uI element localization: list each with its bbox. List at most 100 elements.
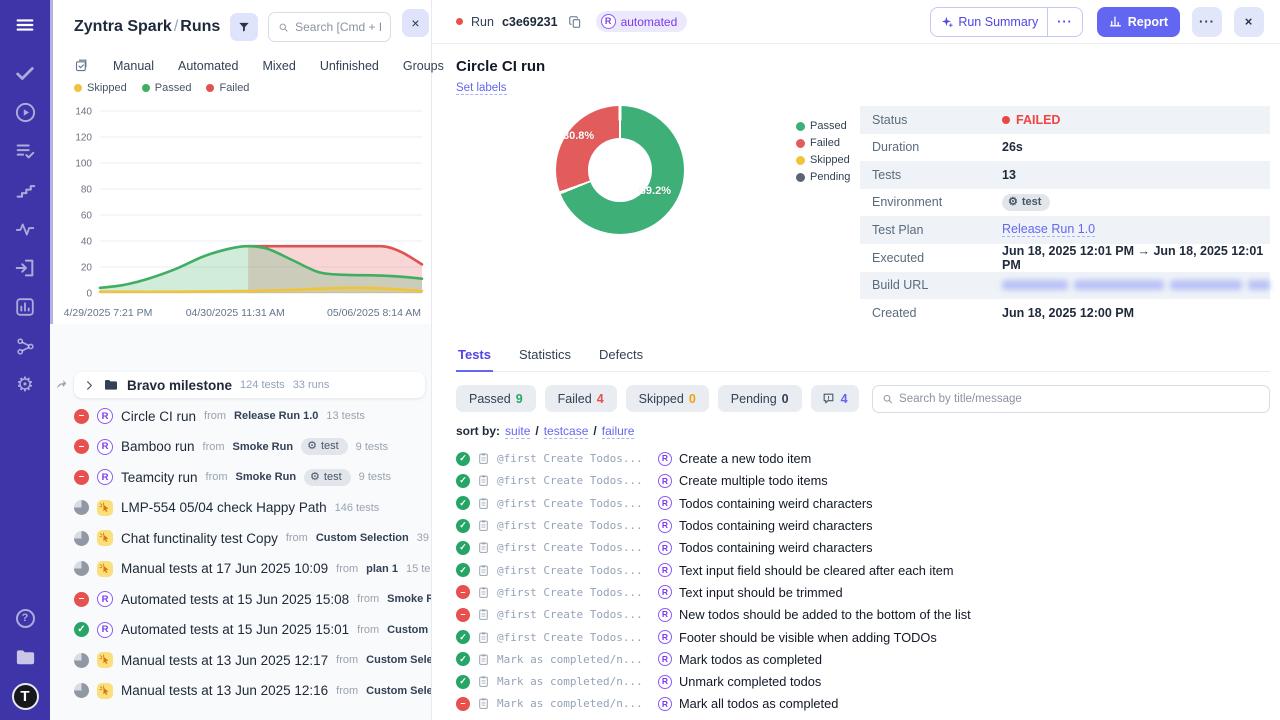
run-title: Circle CI run [456, 58, 1270, 75]
failed-filter-pill[interactable]: Failed 4 [545, 385, 617, 412]
passed-filter-pill[interactable]: Passed 9 [456, 385, 536, 412]
milestones-stairs-icon[interactable] [12, 177, 38, 203]
donut-legend-pending[interactable]: Pending [796, 171, 850, 183]
detail-value: Jun 18, 2025 12:01 PM → Jun 18, 2025 12:… [1002, 244, 1270, 272]
runs-play-icon[interactable] [12, 99, 38, 125]
chevron-right-icon[interactable] [84, 380, 95, 391]
test-status-icon: – [456, 608, 470, 622]
legend-item-passed[interactable]: Passed [142, 82, 192, 94]
run-summary-button[interactable]: Run Summary ··· [930, 7, 1082, 37]
run-list-item[interactable]: Manual tests at 13 Jun 2025 12:16 from C… [50, 676, 431, 707]
test-list-item[interactable]: – @first Create Todos... R Text input sh… [456, 581, 1270, 603]
run-list-item[interactable]: – R Automated tests at 15 Jun 2025 15:08… [50, 584, 431, 615]
app-logo[interactable]: T [12, 683, 39, 710]
detail-value-status: FAILED [1002, 113, 1060, 127]
milestone-folder-row[interactable]: Bravo milestone 124 tests 33 runs [74, 372, 425, 398]
run-list-item[interactable]: – R Circle CI run from Release Run 1.0 1… [50, 401, 431, 432]
run-list-item[interactable]: – R Bamboo run from Smoke Run ⚙test 9 te… [50, 432, 431, 463]
skipped-filter-pill[interactable]: Skipped 0 [626, 385, 709, 412]
run-summary-more-button[interactable]: ··· [1047, 8, 1082, 36]
filter-button[interactable] [230, 13, 258, 41]
test-title: Create multiple todo items [679, 473, 828, 488]
runs-tab-mixed[interactable]: Mixed [262, 59, 295, 73]
sort-by-suite[interactable]: suite [505, 424, 530, 439]
clipboard-icon [477, 452, 490, 465]
run-list-item[interactable]: Chat functinality test Copy from Custom … [50, 523, 431, 554]
clipboard-icon [477, 631, 490, 644]
test-list-item[interactable]: ✓ @first Create Todos... R Text input fi… [456, 559, 1270, 581]
copy-icon[interactable] [568, 15, 582, 29]
sort-by-testcase[interactable]: testcase [544, 424, 589, 439]
runs-tab-automated[interactable]: Automated [178, 59, 238, 73]
pending-filter-pill[interactable]: Pending 0 [718, 385, 802, 412]
legend-item-failed[interactable]: Failed [206, 82, 249, 94]
test-list-item[interactable]: – @first Create Todos... R New todos sho… [456, 604, 1270, 626]
test-list-item[interactable]: ✓ @first Create Todos... R Todos contain… [456, 514, 1270, 536]
projects-folder-icon[interactable] [12, 644, 38, 670]
test-list-item[interactable]: ✓ @first Create Todos... R Footer should… [456, 626, 1270, 648]
run-name: Automated tests at 15 Jun 2025 15:08 [121, 592, 349, 607]
runs-tab-manual[interactable]: Manual [113, 59, 154, 73]
run-status-icon: – [74, 439, 89, 454]
legend-item-skipped[interactable]: Skipped [74, 82, 127, 94]
run-status-icon: – [74, 470, 89, 485]
clipboard-icon [477, 586, 490, 599]
set-labels-link[interactable]: Set labels [456, 82, 507, 95]
run-from-value: Custom Selection [387, 624, 431, 636]
tab-statistics[interactable]: Statistics [517, 342, 573, 371]
folder-name: Bravo milestone [127, 378, 232, 393]
tab-tests[interactable]: Tests [456, 342, 493, 372]
analytics-pulse-icon[interactable] [12, 216, 38, 242]
test-list-item[interactable]: ✓ @first Create Todos... R Create multip… [456, 470, 1270, 492]
panel-close-button[interactable]: × [402, 9, 429, 37]
test-title: Footer should be visible when adding TOD… [679, 630, 937, 645]
select-all-icon[interactable] [74, 58, 89, 73]
test-list-item[interactable]: – Mark as completed/n... R Mark all todo… [456, 693, 1270, 715]
donut-legend-skipped[interactable]: Skipped [796, 154, 850, 166]
help-icon[interactable]: ? [12, 605, 38, 631]
run-list-item[interactable]: Manual tests at 13 Jun 2025 12:17 from C… [50, 645, 431, 676]
test-list-item[interactable]: ✓ @first Create Todos... R Todos contain… [456, 492, 1270, 514]
hamburger-menu-icon[interactable] [12, 12, 38, 38]
test-list-item[interactable]: ✓ @first Create Todos... R Create a new … [456, 448, 1270, 470]
automated-test-icon: R [658, 630, 672, 644]
run-tests-count: 39 tests [417, 532, 431, 544]
comments-filter-pill[interactable]: 4 [811, 385, 859, 412]
donut-legend-failed[interactable]: Failed [796, 137, 850, 149]
report-button[interactable]: Report [1097, 7, 1180, 37]
run-list-item[interactable]: Manual tests at 17 Jun 2025 10:09 from p… [50, 554, 431, 585]
run-list-item[interactable]: LMP-554 05/04 check Happy Path 146 tests [50, 493, 431, 524]
runs-tab-groups[interactable]: Groups [403, 59, 444, 73]
runs-search[interactable] [268, 12, 391, 42]
donut-legend-passed[interactable]: Passed [796, 120, 850, 132]
tests-search[interactable] [872, 385, 1270, 413]
run-status-icon: – [74, 409, 89, 424]
test-list-item[interactable]: ✓ Mark as completed/n... R Unmark comple… [456, 670, 1270, 692]
runs-tab-unfinished[interactable]: Unfinished [320, 59, 379, 73]
folder-tests-count: 124 tests [240, 379, 285, 391]
plans-list-check-icon[interactable] [12, 138, 38, 164]
test-list-item[interactable]: ✓ Mark as completed/n... R Mark todos as… [456, 648, 1270, 670]
run-list-item[interactable]: ✓ R Automated tests at 15 Jun 2025 15:01… [50, 615, 431, 646]
import-icon[interactable] [12, 255, 38, 281]
run-from-label: from [286, 532, 308, 544]
sort-by-failure[interactable]: failure [602, 424, 635, 439]
svg-text:0: 0 [86, 289, 92, 300]
integrations-branch-icon[interactable] [12, 333, 38, 359]
tests-check-icon[interactable] [12, 60, 38, 86]
tests-search-input[interactable] [899, 393, 1260, 405]
run-from-value: plan 1 [366, 563, 398, 575]
more-options-button[interactable]: ··· [1192, 7, 1222, 37]
test-list-item[interactable]: ✓ @first Create Todos... R Todos contain… [456, 537, 1270, 559]
runs-search-input[interactable] [295, 20, 381, 34]
test-status-icon: ✓ [456, 541, 470, 555]
breadcrumb-project[interactable]: Zyntra Spark [74, 18, 172, 35]
tab-defects[interactable]: Defects [597, 342, 645, 371]
close-run-button[interactable]: × [1234, 7, 1264, 37]
reports-bar-chart-icon[interactable] [12, 294, 38, 320]
test-plan-link[interactable]: Release Run 1.0 [1002, 222, 1095, 237]
automated-badge[interactable]: R automated [596, 11, 688, 32]
run-list-item[interactable]: – R Teamcity run from Smoke Run ⚙test 9 … [50, 462, 431, 493]
settings-gear-icon[interactable]: ⚙ [12, 372, 38, 398]
automated-test-icon: R [658, 474, 672, 488]
